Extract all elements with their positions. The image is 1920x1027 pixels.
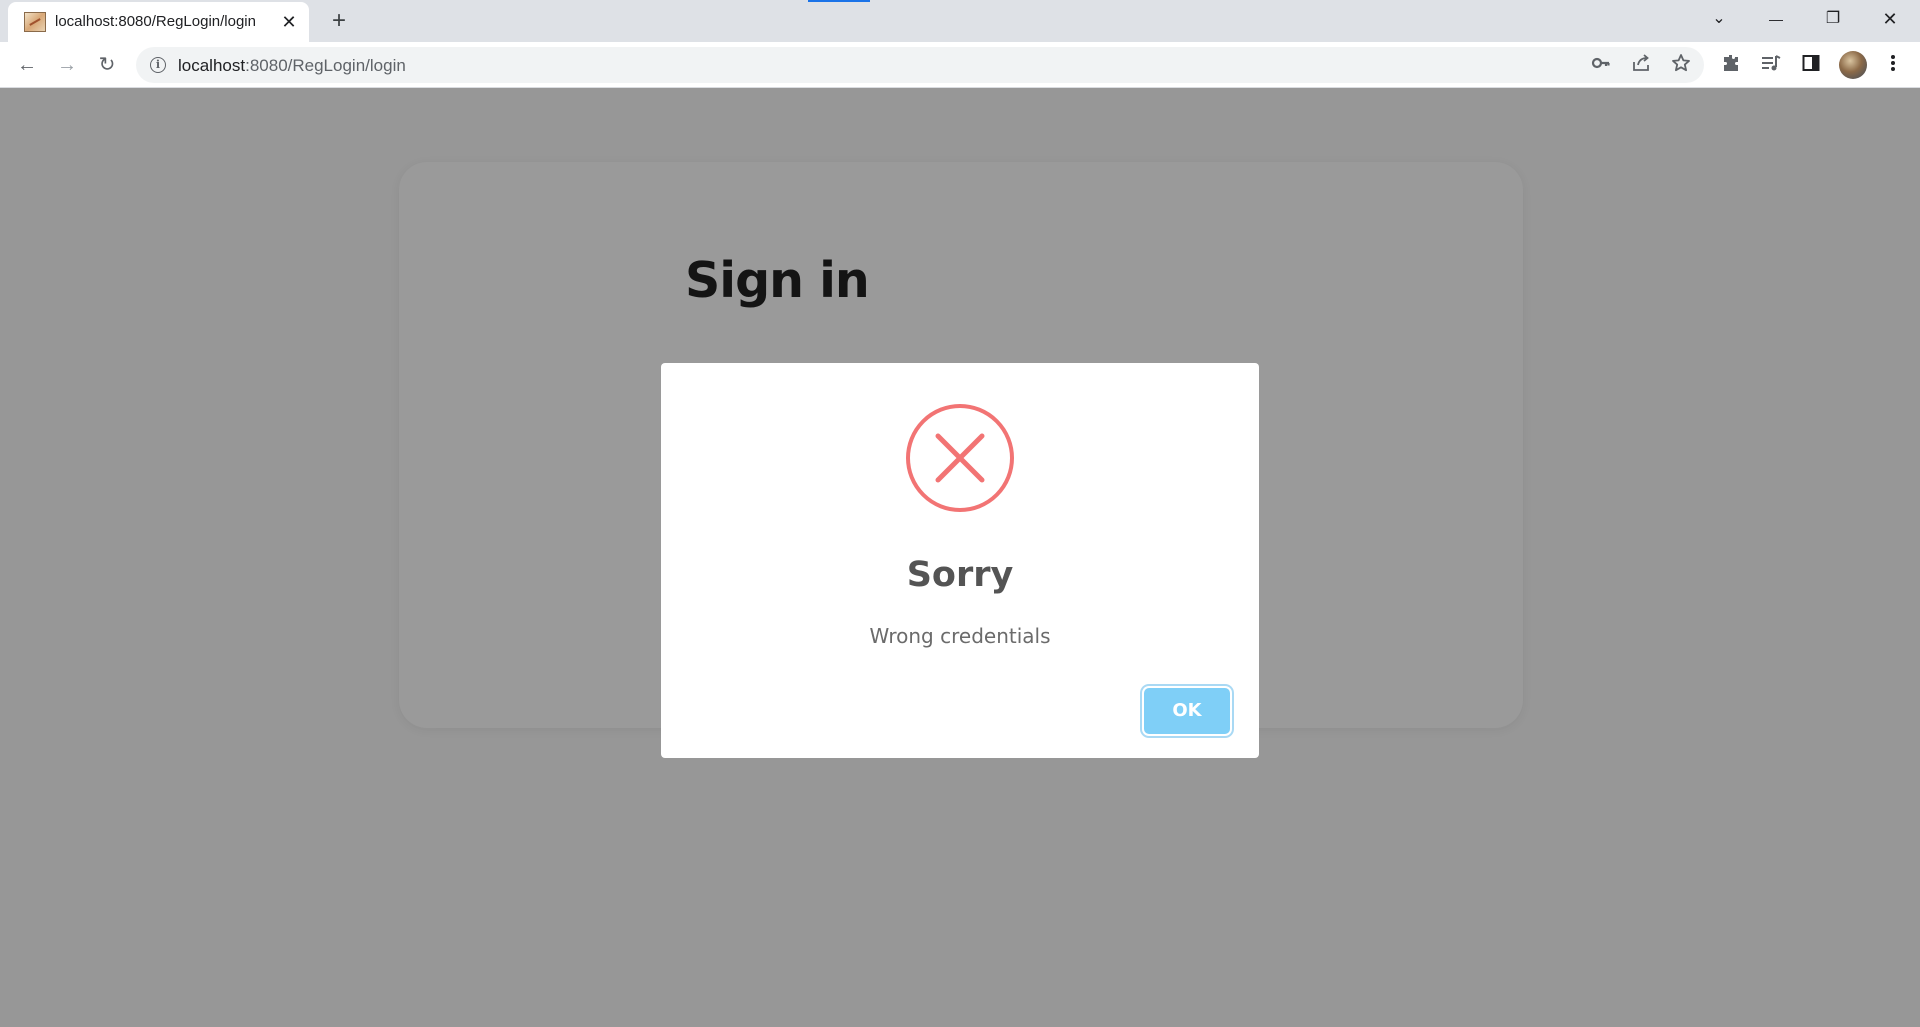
reload-button[interactable]: ↻: [91, 49, 123, 81]
browser-tab[interactable]: localhost:8080/RegLogin/login ✕: [8, 2, 309, 42]
extensions-icon[interactable]: [1719, 53, 1743, 77]
tab-drag-indicator: [808, 0, 870, 2]
favicon-icon: [24, 12, 46, 32]
window-close-button[interactable]: ✕: [1867, 4, 1913, 34]
site-info-icon[interactable]: i: [150, 57, 166, 73]
dialog-message: Wrong credentials: [869, 624, 1051, 648]
avatar[interactable]: [1839, 51, 1867, 79]
menu-icon[interactable]: [1881, 53, 1905, 77]
key-icon[interactable]: [1589, 53, 1613, 77]
page-title: Sign in: [685, 252, 870, 309]
media-control-icon[interactable]: [1759, 53, 1783, 77]
tab-close-icon[interactable]: ✕: [278, 11, 300, 33]
url-text[interactable]: localhost:8080/RegLogin/login: [178, 56, 406, 76]
page-overlay[interactable]: Sign in Sorry Wrong credentials OK: [0, 88, 1920, 1027]
restore-button[interactable]: ❐: [1810, 4, 1856, 34]
star-icon[interactable]: [1669, 53, 1693, 77]
ok-button[interactable]: OK: [1144, 688, 1230, 734]
new-tab-button[interactable]: +: [326, 9, 352, 35]
address-bar[interactable]: i localhost:8080/RegLogin/login: [136, 47, 1704, 83]
url-path: :8080/RegLogin/login: [245, 56, 406, 75]
back-button[interactable]: ←: [11, 49, 43, 81]
browser-toolbar: ← → ↻ i localhost:8080/RegLogin/login: [0, 42, 1920, 88]
error-x-icon: [906, 404, 1014, 512]
minimize-button[interactable]: —: [1753, 4, 1799, 34]
side-panel-icon[interactable]: [1799, 53, 1823, 77]
share-icon[interactable]: [1629, 53, 1653, 77]
url-host: localhost: [178, 56, 246, 75]
tab-title: localhost:8080/RegLogin/login: [55, 13, 256, 30]
forward-button[interactable]: →: [51, 49, 83, 81]
tab-strip: localhost:8080/RegLogin/login ✕ + ⌄ — ❐ …: [0, 0, 1920, 42]
tab-search-button[interactable]: ⌄: [1696, 4, 1742, 34]
dialog-title: Sorry: [906, 555, 1014, 595]
error-dialog: Sorry Wrong credentials OK: [661, 363, 1259, 758]
